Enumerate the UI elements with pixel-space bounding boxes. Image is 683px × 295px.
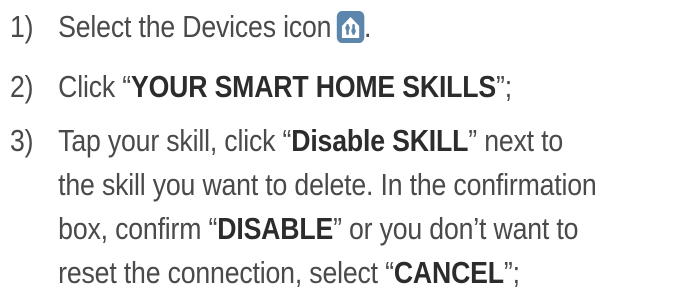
step-line: Tap your skill, click “Disable SKILL” ne… [58,123,564,158]
devices-icon [336,11,364,43]
step-number: 1) [10,9,34,44]
step-line: Click “YOUR SMART HOME SKILLS”; [58,69,512,104]
emphasis: CANCEL [393,255,504,290]
step-line: box, confirm “DISABLE” or you don’t want… [58,211,579,246]
emphasis: YOUR SMART HOME SKILLS [131,69,497,104]
step-text: Select the Devices icon . [58,5,371,49]
step-line: reset the connection, select “CANCEL”; [58,255,520,290]
step-text: Tap your skill, click “Disable SKILL” ne… [58,119,597,295]
step-text: Click “YOUR SMART HOME SKILLS”; [58,65,512,109]
step-line: the skill you want to delete. In the con… [58,167,597,202]
step-line: Select the Devices icon . [58,9,372,44]
step-number: 2) [10,69,34,104]
emphasis: Disable SKILL [291,123,469,158]
emphasis: DISABLE [217,211,334,246]
step-number: 3) [10,123,34,158]
